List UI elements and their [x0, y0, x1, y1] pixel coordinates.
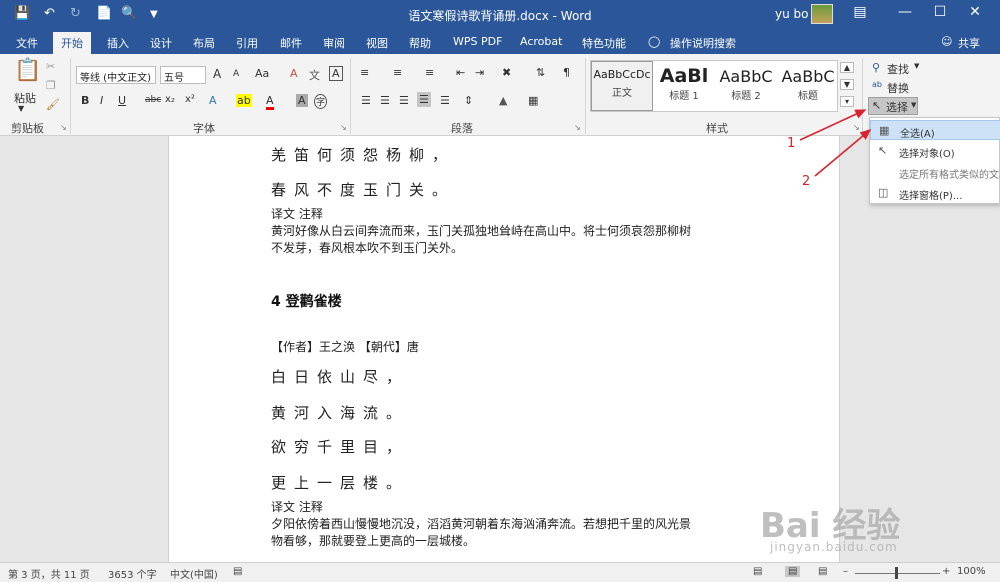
zoom-slider-thumb[interactable] — [895, 567, 898, 579]
zoom-level[interactable]: 100% — [957, 566, 986, 577]
zoom-in-icon[interactable]: + — [942, 566, 950, 577]
word-count[interactable]: 3653 个字 — [108, 566, 157, 581]
watermark-url: jingyan.baidu.com — [770, 540, 898, 554]
annotation-number-2: 2 — [802, 174, 811, 189]
baidu-watermark: Bai 经验 jingyan.baidu.com — [760, 498, 990, 558]
annotation-number-1: 1 — [787, 136, 796, 151]
status-bar: 第 3 页，共 11 页 3653 个字 中文(中国) ▤ ▤ ▤ ▤ – + … — [0, 562, 1000, 582]
language-status[interactable]: 中文(中国) — [170, 566, 218, 581]
macro-record-icon[interactable]: ▤ — [233, 566, 242, 577]
read-mode-icon[interactable]: ▤ — [753, 566, 762, 577]
annotation-arrows — [799, 109, 872, 177]
arrow-to-select-button — [799, 109, 867, 141]
page-count[interactable]: 第 3 页，共 11 页 — [8, 566, 90, 581]
arrow-to-select-all — [814, 128, 872, 177]
web-layout-icon[interactable]: ▤ — [818, 566, 827, 577]
print-layout-icon[interactable]: ▤ — [785, 566, 801, 577]
zoom-out-icon[interactable]: – — [843, 566, 848, 577]
